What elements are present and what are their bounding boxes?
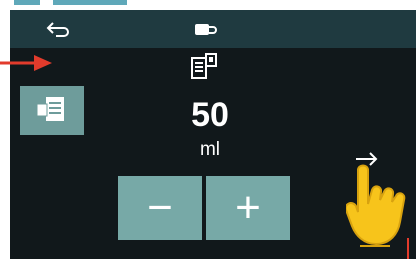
minus-label: − (147, 183, 173, 232)
decrease-volume-button[interactable]: − (118, 176, 202, 240)
recipe-select-icon (36, 97, 64, 121)
coffee-cup-icon (195, 24, 217, 35)
volume-value: 50 (191, 96, 229, 134)
back-arrow-icon[interactable] (44, 18, 72, 40)
top-tab-right (53, 0, 127, 5)
pointing-hand-icon (346, 164, 406, 247)
recipe-card-icon (191, 53, 217, 79)
increase-volume-button[interactable]: + (206, 176, 290, 240)
recipe-select-button[interactable] (20, 86, 84, 135)
display-header (10, 10, 416, 48)
volume-unit: ml (199, 139, 221, 160)
annotation-red-arrow-icon (0, 55, 52, 71)
top-tab-left (14, 0, 40, 5)
annotation-red-line (407, 238, 409, 259)
plus-label: + (235, 183, 261, 232)
